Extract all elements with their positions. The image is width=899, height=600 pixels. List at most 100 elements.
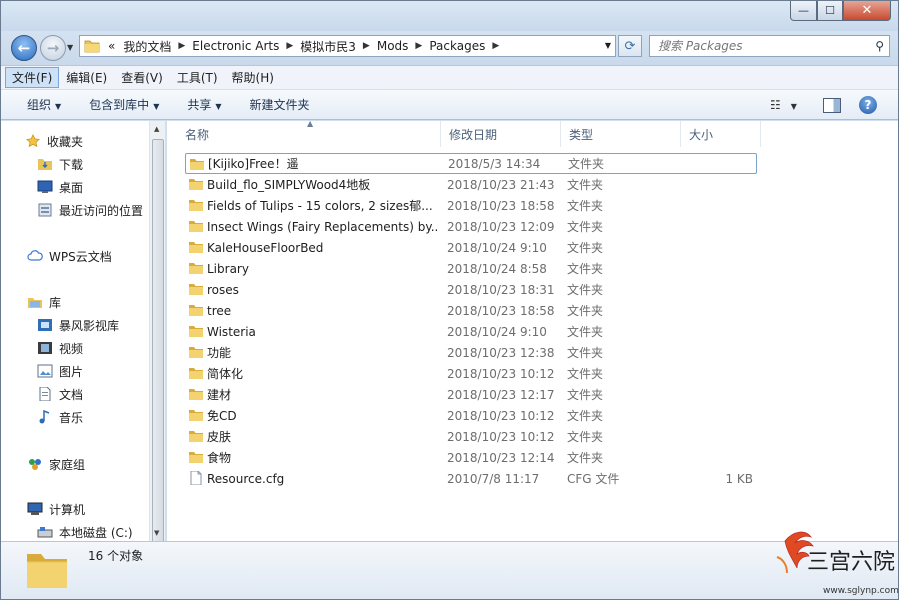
nav-wps-cloud[interactable]: WPS云文档 [27, 246, 112, 266]
folder-icon [189, 389, 203, 400]
file-date: 2018/10/23 12:38 [447, 345, 555, 360]
menu-tools[interactable]: 工具(T) [170, 67, 225, 88]
navigation-scrollbar[interactable]: ▲ ▼ [149, 121, 165, 541]
column-header-type[interactable]: 类型 [561, 121, 681, 147]
address-dropdown-icon[interactable]: ▼ [605, 41, 611, 50]
maximize-button[interactable]: ☐ [817, 1, 843, 21]
include-library-button[interactable]: 包含到库中 ▼ [89, 96, 159, 113]
folder-row[interactable]: Fields of Tulips - 15 colors, 2 sizes郁..… [185, 195, 757, 216]
nav-label: WPS云文档 [49, 249, 112, 264]
folder-row[interactable]: KaleHouseFloorBed 2018/10/24 9:10 文件夹 [185, 237, 757, 258]
scrollbar-thumb[interactable] [152, 139, 164, 541]
menu-file[interactable]: 文件(F) [5, 67, 60, 88]
nav-homegroup[interactable]: 家庭组 [27, 454, 85, 474]
column-header-date[interactable]: 修改日期 [441, 121, 561, 147]
arrow-right-icon: → [46, 39, 60, 57]
scroll-down-icon[interactable]: ▼ [154, 529, 159, 537]
breadcrumb-item[interactable]: Mods [373, 39, 413, 53]
folder-icon [189, 242, 203, 253]
folder-row[interactable]: [Kijiko]Free！遥 2018/5/3 14:34 文件夹 [185, 153, 757, 174]
folder-icon [189, 410, 203, 421]
nav-documents[interactable]: 文档 [37, 384, 83, 404]
recent-pages-dropdown[interactable]: ▼ [67, 43, 73, 52]
forward-button[interactable]: → [40, 35, 66, 61]
chevron-right-icon[interactable]: ▶ [489, 41, 502, 51]
address-bar[interactable]: « 我的文档 ▶ Electronic Arts ▶ 模拟市民3 ▶ Mods ▶ Pa… [79, 35, 616, 57]
folder-row[interactable]: 功能 2018/10/23 12:38 文件夹 [185, 342, 757, 363]
nav-desktop[interactable]: 桌面 [37, 177, 83, 197]
chevron-right-icon[interactable]: ▶ [412, 41, 425, 51]
file-date: 2018/10/23 10:12 [447, 366, 555, 381]
menu-edit[interactable]: 编辑(E) [59, 67, 114, 88]
file-name: Build_flo_SIMPLYWood4地板 [207, 178, 371, 192]
file-name: [Kijiko]Free！遥 [208, 157, 299, 171]
chevron-down-icon: ▼ [790, 102, 797, 111]
folder-row[interactable]: 简体化 2018/10/23 10:12 文件夹 [185, 363, 757, 384]
column-header-size[interactable]: 大小 [681, 121, 761, 147]
folder-row[interactable]: Build_flo_SIMPLYWood4地板 2018/10/23 21:43 文… [185, 174, 757, 195]
back-button[interactable]: ← [11, 35, 37, 61]
nav-videos[interactable]: 视频 [37, 338, 83, 358]
folder-icon [84, 40, 100, 53]
search-input[interactable] [658, 39, 858, 53]
share-button[interactable]: 共享 ▼ [187, 96, 221, 113]
breadcrumb-item[interactable]: Packages [425, 39, 489, 53]
scroll-up-icon[interactable]: ▲ [154, 125, 159, 133]
breadcrumb-item[interactable]: 模拟市民3 [296, 38, 360, 55]
nav-baofeng[interactable]: 暴风影视库 [37, 315, 119, 335]
search-box[interactable]: ⚲ [649, 35, 890, 57]
breadcrumb-overflow[interactable]: « [104, 39, 119, 53]
nav-downloads[interactable]: 下载 [37, 154, 83, 174]
new-folder-button[interactable]: 新建文件夹 [250, 96, 310, 113]
file-date: 2018/10/23 12:14 [447, 450, 555, 465]
folder-row[interactable]: 皮肤 2018/10/23 10:12 文件夹 [185, 426, 757, 447]
nav-recent[interactable]: 最近访问的位置 [37, 200, 143, 220]
nav-label: 家庭组 [49, 457, 86, 472]
file-name: 食物 [207, 451, 232, 465]
file-name: Resource.cfg [207, 471, 285, 486]
folder-icon [189, 179, 203, 190]
explorer-window: — ☐ ✕ ← → ▼ « 我的文档 ▶ Electronic Arts ▶ 模拟市… [0, 0, 899, 600]
file-row[interactable]: Resource.cfg 2010/7/8 11:17 CFG 文件 1 KB [185, 468, 757, 489]
folder-icon [189, 452, 203, 463]
nav-libraries[interactable]: 库 [27, 292, 61, 312]
cloud-icon [27, 250, 43, 261]
search-icon[interactable]: ⚲ [875, 39, 884, 53]
menu-help[interactable]: 帮助(H) [225, 67, 281, 88]
folder-row[interactable]: 食物 2018/10/23 12:14 文件夹 [185, 447, 757, 468]
minimize-button[interactable]: — [790, 1, 817, 21]
chevron-right-icon[interactable]: ▶ [360, 41, 373, 51]
nav-favorites[interactable]: 收藏夹 [25, 131, 83, 151]
file-date: 2018/10/23 12:09 [447, 219, 555, 234]
refresh-button[interactable]: ⟳ [618, 35, 642, 57]
change-view-button[interactable]: ☷ ▼ [770, 98, 797, 112]
arrow-left-icon: ← [17, 39, 31, 57]
folder-row[interactable]: Library 2018/10/24 8:58 文件夹 [185, 258, 757, 279]
file-type: 文件夹 [568, 157, 605, 171]
folder-row[interactable]: 建材 2018/10/23 12:17 文件夹 [185, 384, 757, 405]
file-date: 2018/10/24 9:10 [447, 324, 547, 339]
command-bar: 组织 ▼ 包含到库中 ▼ 共享 ▼ 新建文件夹 ☷ ▼ ? [1, 89, 898, 120]
menu-view[interactable]: 查看(V) [114, 67, 170, 88]
preview-pane-button[interactable] [823, 98, 841, 113]
chevron-right-icon[interactable]: ▶ [283, 41, 296, 51]
folder-row[interactable]: 免CD 2018/10/23 10:12 文件夹 [185, 405, 757, 426]
nav-local-disk[interactable]: 本地磁盘 (C:) [37, 522, 133, 541]
column-header-name[interactable]: 名称 [177, 121, 441, 147]
chevron-right-icon[interactable]: ▶ [175, 41, 188, 51]
nav-label: 音乐 [59, 410, 84, 425]
close-button[interactable]: ✕ [843, 1, 891, 21]
folder-row[interactable]: Wisteria 2018/10/24 9:10 文件夹 [185, 321, 757, 342]
nav-label: 收藏夹 [47, 134, 84, 149]
nav-computer[interactable]: 计算机 [27, 499, 85, 519]
organize-button[interactable]: 组织 ▼ [27, 96, 61, 113]
folder-row[interactable]: tree 2018/10/23 18:58 文件夹 [185, 300, 757, 321]
nav-music[interactable]: 音乐 [37, 407, 83, 427]
folder-row[interactable]: roses 2018/10/23 18:31 文件夹 [185, 279, 757, 300]
breadcrumb-item[interactable]: Electronic Arts [188, 39, 283, 53]
breadcrumb-item[interactable]: 我的文档 [119, 38, 175, 55]
help-button[interactable]: ? [859, 96, 877, 114]
folder-row[interactable]: Insect Wings (Fairy Replacements) by... 2… [185, 216, 757, 237]
nav-pictures[interactable]: 图片 [37, 361, 83, 381]
file-name: Fields of Tulips - 15 colors, 2 sizes郁..… [207, 199, 433, 213]
